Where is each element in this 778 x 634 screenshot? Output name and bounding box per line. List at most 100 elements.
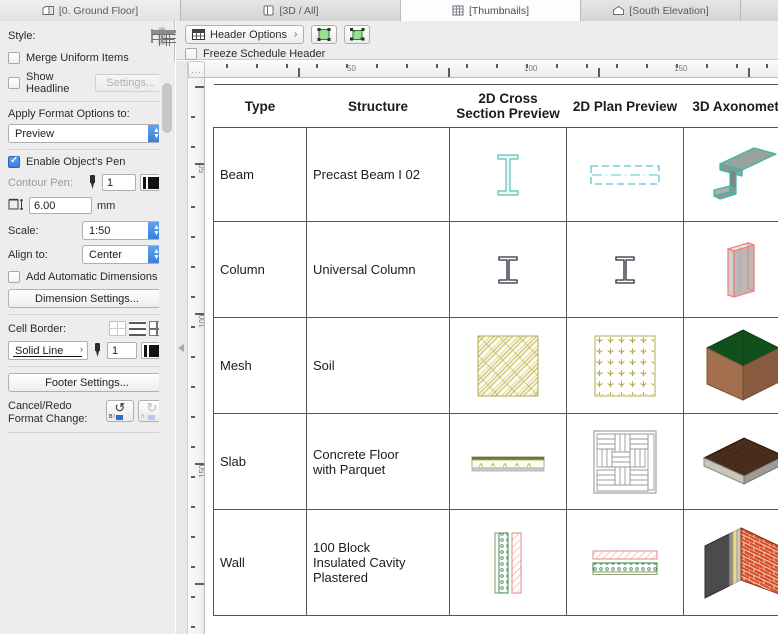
cell-plan-preview[interactable] — [567, 414, 684, 510]
table-row[interactable]: Slab Concrete Floor with Parquet — [214, 414, 778, 510]
header-line: Structure — [309, 99, 448, 114]
header-options-button[interactable]: Header Options › — [185, 25, 304, 44]
cell-axonometry[interactable] — [684, 318, 778, 414]
table-row[interactable]: Mesh Soil — [214, 318, 778, 414]
slab-section-icon — [456, 450, 560, 474]
contour-pen-label: Contour Pen: — [8, 177, 73, 189]
contour-pen-input[interactable]: 1 — [102, 174, 136, 191]
header-table-icon — [192, 29, 205, 40]
merge-uniform-items-label: Merge Uniform Items — [26, 52, 129, 64]
cell-border-none-button[interactable] — [109, 321, 126, 336]
table-row[interactable]: Beam Precast Beam I 02 — [214, 128, 778, 222]
fit-selection-button[interactable] — [311, 25, 337, 44]
cell-type[interactable]: Slab — [214, 414, 307, 510]
tab-ground-floor[interactable]: [0. Ground Floor] — [0, 0, 181, 21]
cell-border-line-select[interactable]: Solid Line › — [8, 341, 88, 360]
column-header-3d-axonometry[interactable]: 3D Axonometry — [684, 85, 778, 128]
apply-format-options-select[interactable]: Preview ▲▼ — [8, 124, 166, 143]
parquet-slab-3d-icon — [690, 432, 778, 492]
cell-cross-section[interactable] — [450, 510, 567, 616]
parquet-plan-icon — [573, 430, 677, 494]
table-row[interactable]: Column Universal Column — [214, 222, 778, 318]
merge-uniform-items-checkbox[interactable] — [8, 52, 20, 64]
cell-plan-preview[interactable] — [567, 318, 684, 414]
i-column-dark-plan-icon — [573, 255, 677, 285]
vertical-scrollbar-left[interactable] — [159, 61, 175, 634]
column-header-structure[interactable]: Structure — [307, 85, 450, 128]
header-options-label: Header Options — [210, 29, 287, 41]
cell-cross-section[interactable] — [450, 128, 567, 222]
cell-structure[interactable]: 100 Block Insulated Cavity Plastered — [307, 510, 450, 616]
vertical-ruler[interactable]: 50 100 150 — [188, 78, 205, 634]
cell-axonometry[interactable] — [684, 510, 778, 616]
resize-selection-icon — [350, 28, 365, 41]
divider — [8, 366, 166, 367]
cell-structure[interactable]: Universal Column — [307, 222, 450, 318]
cell-border-pen-input[interactable]: 1 — [107, 342, 137, 359]
enable-objects-pen-checkbox[interactable] — [8, 156, 20, 168]
ruler-label-50: 50 — [347, 64, 356, 73]
table-style-1-button[interactable] — [148, 27, 156, 45]
cell-plan-preview[interactable] — [567, 128, 684, 222]
cell-axonometry[interactable] — [684, 414, 778, 510]
cell-type[interactable]: Beam — [214, 128, 307, 222]
dimension-settings-button[interactable]: Dimension Settings... — [8, 289, 166, 308]
size-input[interactable]: 6.00 — [29, 197, 92, 214]
enable-objects-pen-label: Enable Object's Pen — [26, 156, 125, 168]
format-options-panel: Style: — [0, 21, 175, 634]
soil-block-3d-icon — [690, 326, 778, 406]
tab-3d-all[interactable]: [3D / All] — [181, 0, 401, 21]
cell-type[interactable]: Wall — [214, 510, 307, 616]
scale-select[interactable]: 1:50 ▲▼ — [82, 221, 166, 240]
cell-type[interactable]: Mesh — [214, 318, 307, 414]
align-to-select[interactable]: Center ▲▼ — [82, 245, 166, 264]
resize-selection-button[interactable] — [344, 25, 370, 44]
cell-type[interactable]: Column — [214, 222, 307, 318]
ruler-origin-button[interactable]: ... — [188, 61, 205, 78]
cell-structure[interactable]: Concrete Floor with Parquet — [307, 414, 450, 510]
freeze-schedule-header-checkbox[interactable] — [185, 48, 197, 60]
table-header-row: Type Structure 2D Cross Section Preview … — [214, 85, 778, 128]
divider — [8, 314, 166, 315]
cell-cross-section[interactable] — [450, 414, 567, 510]
cell-cross-section[interactable] — [450, 318, 567, 414]
scale-value: 1:50 — [89, 225, 110, 237]
headline-settings-button[interactable]: Settings... — [95, 74, 166, 92]
tab-south-elevation[interactable]: [South Elevation] — [581, 0, 741, 21]
cell-structure[interactable]: Precast Beam I 02 — [307, 128, 450, 222]
tab-label: [Thumbnails] — [469, 5, 529, 17]
show-headline-label: Show Headline — [26, 71, 89, 95]
structure-line: Insulated Cavity — [313, 555, 443, 570]
ruler-label-150: 150 — [198, 465, 205, 478]
cell-border-horizontal-button[interactable] — [129, 321, 146, 336]
pen-color-bar — [143, 177, 146, 189]
horizontal-ruler[interactable]: 50 100 150 — [188, 61, 778, 78]
line-preview — [13, 356, 82, 358]
column-header-2d-cross-section-preview[interactable]: 2D Cross Section Preview — [450, 85, 567, 128]
divider — [8, 432, 166, 433]
cell-plan-preview[interactable] — [567, 510, 684, 616]
cell-cross-section[interactable] — [450, 222, 567, 318]
ruler-label-100: 100 — [524, 64, 537, 73]
column-header-type[interactable]: Type — [214, 85, 307, 128]
cell-axonometry[interactable] — [684, 222, 778, 318]
column-header-2d-plan-preview[interactable]: 2D Plan Preview — [567, 85, 684, 128]
cancel-format-change-button[interactable]: ↺ BI — [106, 400, 134, 422]
show-headline-checkbox[interactable] — [8, 77, 20, 89]
footer-settings-button[interactable]: Footer Settings... — [8, 373, 166, 392]
add-automatic-dimensions-checkbox[interactable] — [8, 271, 20, 283]
dashed-rectangle-teal-icon — [573, 161, 677, 189]
window-tab-bar[interactable]: [0. Ground Floor] [3D / All] [Thumbnails… — [0, 0, 778, 21]
scrollbar-thumb[interactable] — [162, 83, 172, 133]
fit-selection-icon — [317, 28, 331, 41]
cell-structure[interactable]: Soil — [307, 318, 450, 414]
cube-3d-icon — [262, 5, 275, 16]
panel-collapse-splitter[interactable] — [176, 61, 188, 634]
cavity-wall-plan-icon — [573, 548, 677, 578]
cell-plan-preview[interactable] — [567, 222, 684, 318]
tab-thumbnails[interactable]: [Thumbnails] — [401, 0, 581, 21]
cancel-redo-label-line2: Format Change: — [8, 413, 87, 426]
pen-color-bar — [144, 345, 147, 357]
table-row[interactable]: Wall 100 Block Insulated Cavity Plastere… — [214, 510, 778, 616]
cell-axonometry[interactable] — [684, 128, 778, 222]
